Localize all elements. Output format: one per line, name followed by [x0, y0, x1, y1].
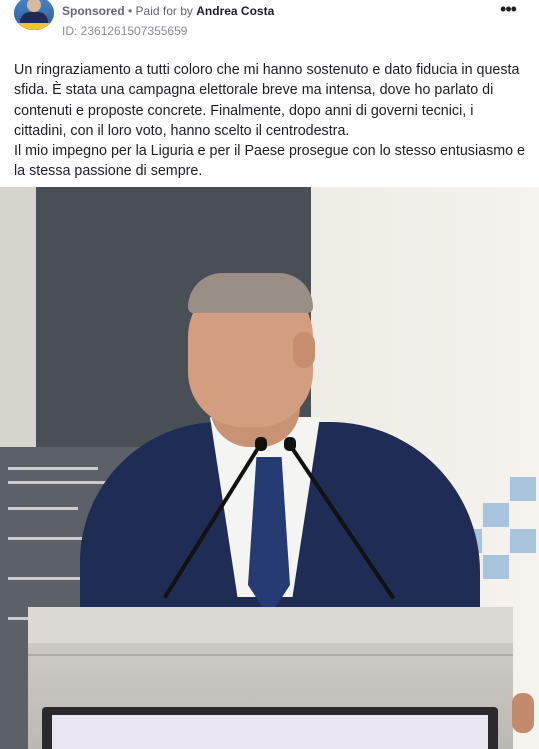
ad-id: ID: 2361261507355659 — [62, 24, 188, 38]
paid-for-label: Paid for by — [135, 4, 197, 18]
microphone-left-head — [255, 437, 267, 451]
speaker — [80, 247, 500, 682]
sponsor-line: Sponsored • Paid for by Andrea Costa — [62, 4, 274, 18]
separator: • — [124, 4, 136, 18]
podium-top — [28, 607, 513, 643]
sponsored-label: Sponsored — [62, 4, 125, 18]
podium-monitor-screen — [52, 715, 488, 749]
speaker-hand — [512, 693, 534, 733]
post-paragraph: Il mio impegno per la Liguria e per il P… — [14, 143, 526, 180]
post-image[interactable] — [0, 187, 539, 749]
ad-header: Sponsored • Paid for by Andrea Costa ID:… — [0, 0, 539, 44]
post-paragraph: Un ringraziamento a tutti coloro che mi … — [14, 62, 520, 139]
payer-name-link[interactable]: Andrea Costa — [196, 4, 274, 18]
microphone-right-head — [284, 437, 296, 451]
post-text: Un ringraziamento a tutti coloro che mi … — [14, 60, 529, 182]
more-horizontal-icon[interactable]: ••• — [496, 0, 520, 20]
advertiser-avatar[interactable] — [14, 0, 54, 30]
podium-edge — [28, 654, 513, 656]
